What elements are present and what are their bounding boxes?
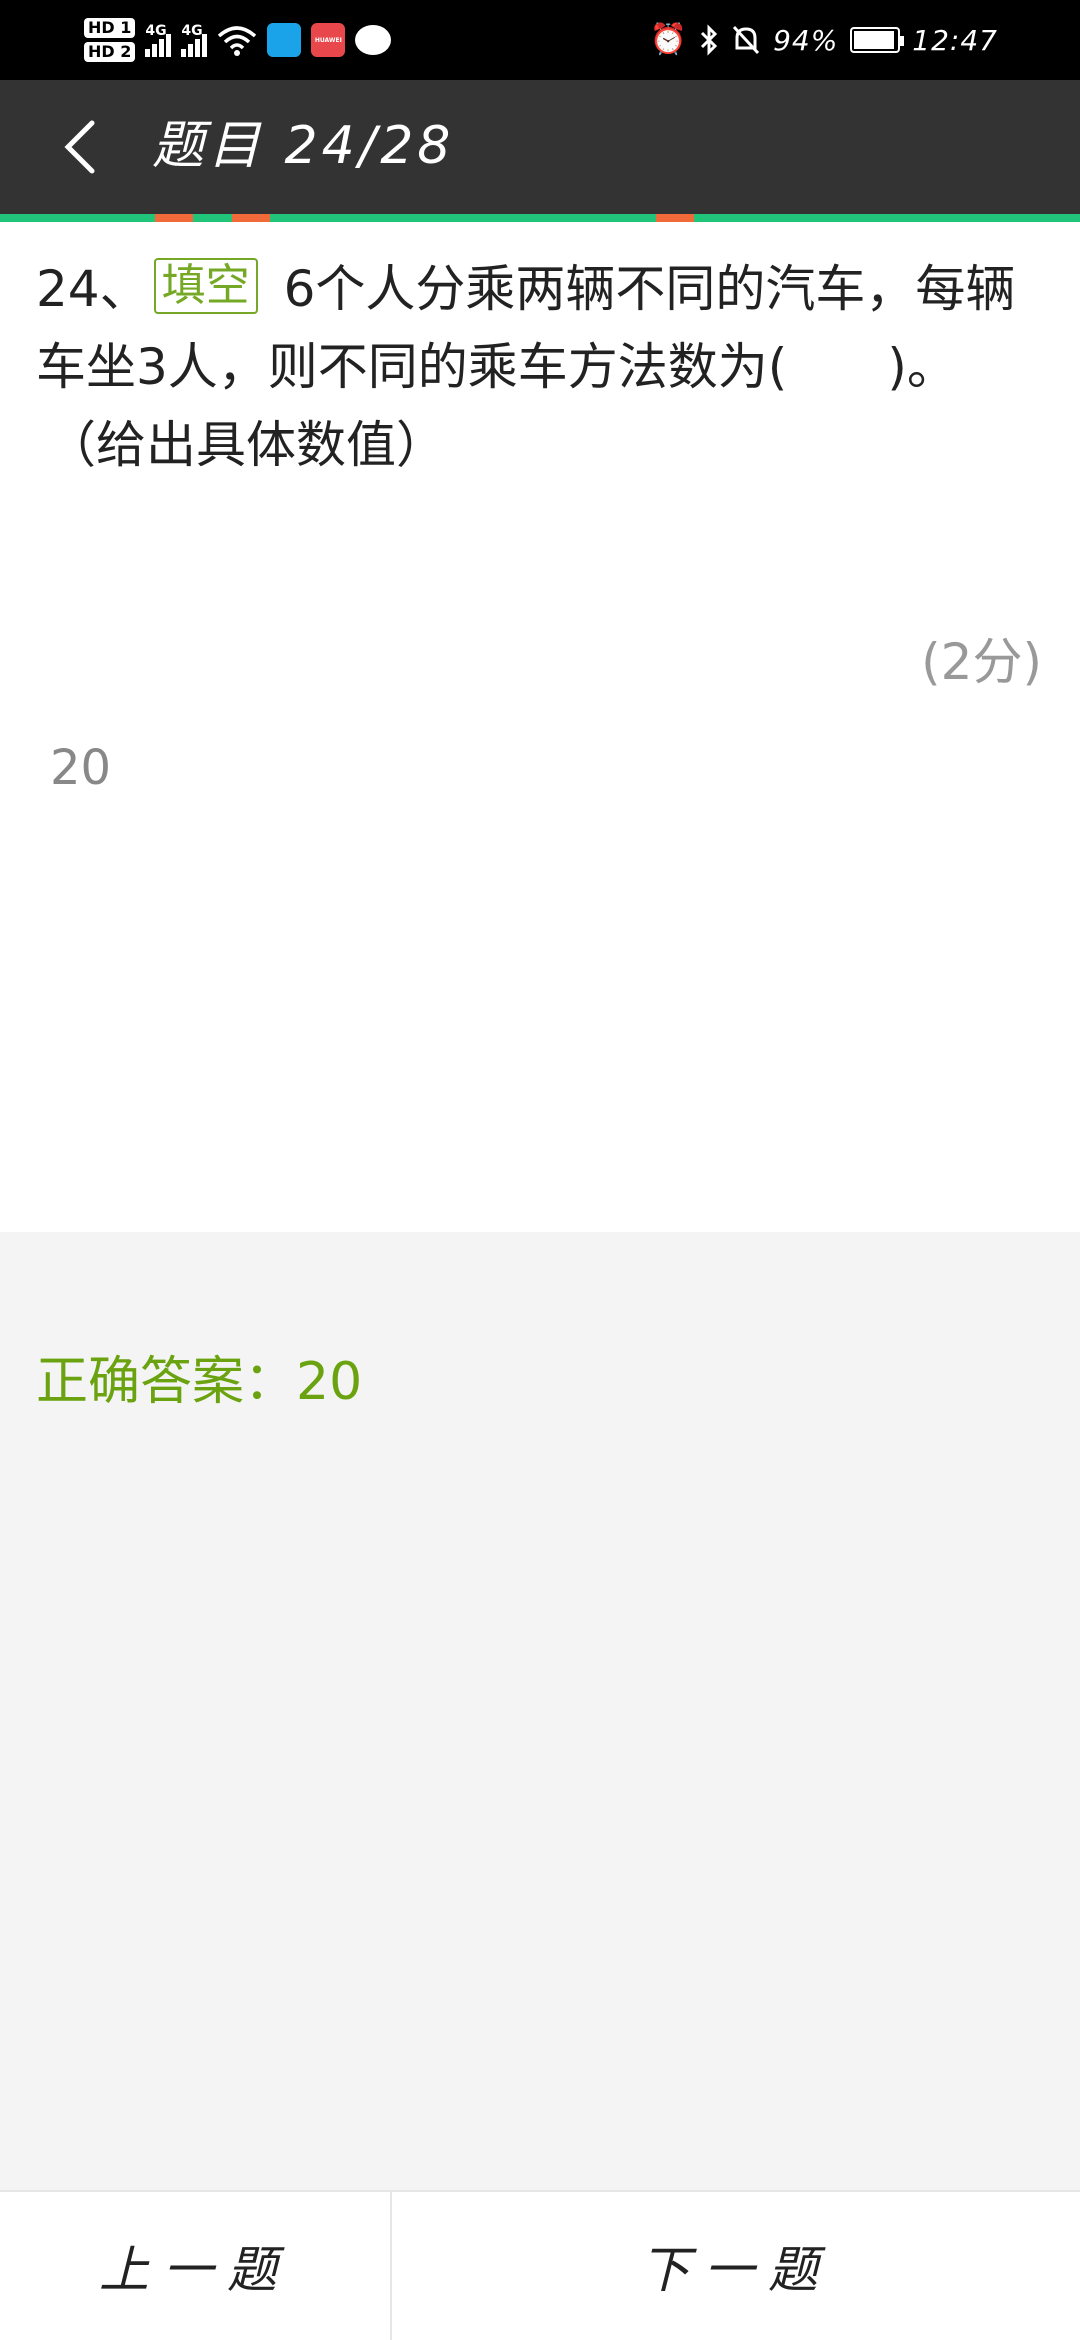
hd1-badge: HD 1 [84,18,136,38]
question-number: 24、 [36,260,150,318]
question-progress-strip [0,214,1080,222]
question-block: 24、 填空 6个人分乘两辆不同的汽车，每辆车坐3人，则不同的乘车方法数为( )。 … [36,250,1046,484]
page-title: 题目 24/28 [152,116,455,176]
prev-question-button[interactable]: 上一题 [0,2192,392,2340]
bottom-nav: 上一题 下一题 [0,2190,1080,2340]
answer-panel: 正确答案：20 [0,1232,1080,2190]
progress-marker [155,214,193,222]
wifi-icon [218,26,257,56]
question-type-tag: 填空 [153,258,258,314]
battery-icon [850,27,905,53]
status-bar-right: ⏰ 94% 12:47 [650,0,998,80]
progress-marker [656,214,694,222]
signal-1-icon: 4G [145,24,172,57]
chevron-left-icon [64,120,95,174]
status-bar: HD 1 HD 2 4G 4G HUAWEI ⏰ 94% 12:47 [0,0,1080,80]
hd2-badge: HD 2 [84,42,136,62]
clock: 12:47 [912,23,998,57]
chat-bubble-icon [355,25,392,55]
question-score: (2分) [921,633,1042,691]
status-bar-left: HD 1 HD 2 4G 4G HUAWEI [84,0,392,80]
bluetooth-icon [701,24,718,56]
signal-2-icon: 4G [181,24,208,57]
app-bar: 题目 24/28 [0,80,1080,214]
question-note: （给出具体数值） [46,416,446,474]
answer-input[interactable] [50,736,1030,800]
alarm-icon: ⏰ [649,22,688,57]
hd-indicator: HD 1 HD 2 [84,18,136,62]
progress-marker [232,214,270,222]
book-app-icon [267,23,302,57]
battery-percent: 94% [773,23,839,57]
next-question-button[interactable]: 下一题 [392,2192,1080,2340]
back-button[interactable] [50,114,110,180]
correct-answer: 正确答案：20 [36,1352,363,1412]
huawei-appgallery-icon: HUAWEI [311,23,346,57]
mute-bell-icon [732,25,760,55]
